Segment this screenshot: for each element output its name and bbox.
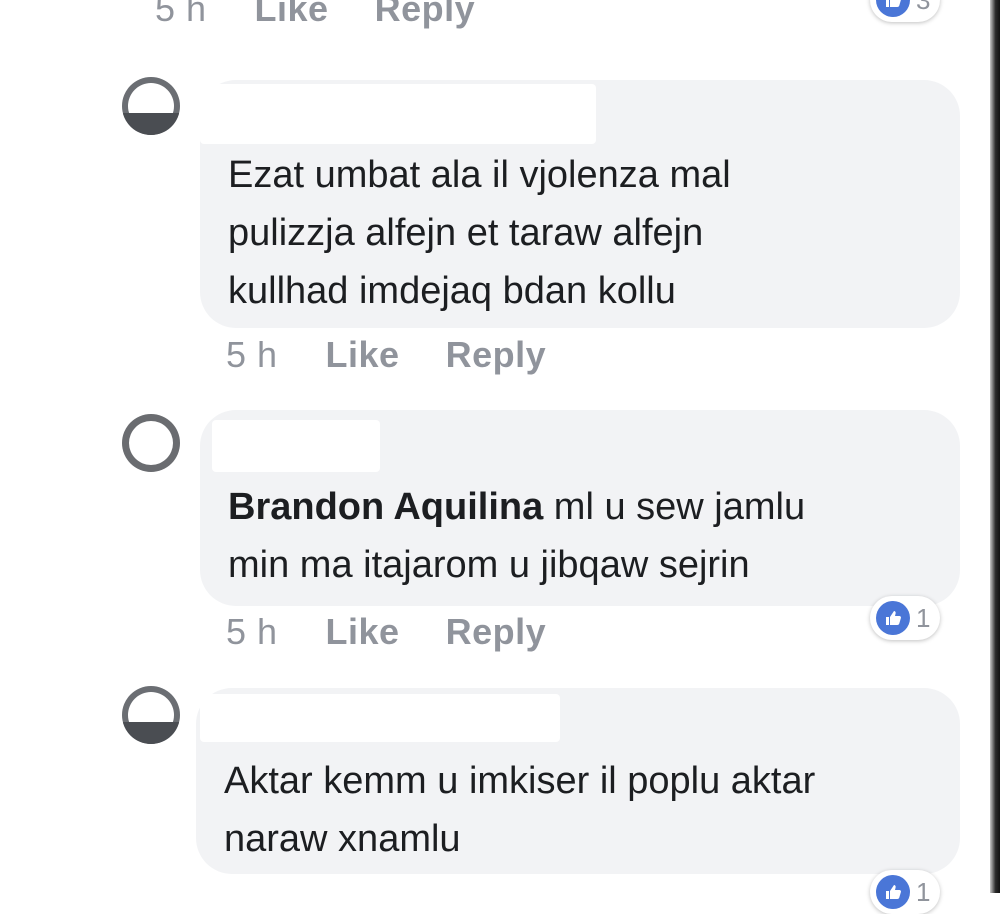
- comment-timestamp: 5 h: [155, 0, 207, 29]
- reply-link[interactable]: Reply: [446, 611, 547, 653]
- redacted-name: [212, 420, 380, 472]
- reaction-badge[interactable]: 3: [870, 0, 941, 22]
- reaction-count: 3: [916, 0, 930, 16]
- comment-actions: 5 h Like Reply: [226, 334, 546, 376]
- reaction-badge[interactable]: 1: [870, 596, 941, 640]
- comment-text: Ezat umbat ala il vjolenza mal pulizzja …: [228, 154, 731, 312]
- reply-link[interactable]: Reply: [446, 334, 547, 376]
- like-link[interactable]: Like: [326, 334, 400, 376]
- comment-actions: 5 h Like Reply: [226, 611, 546, 653]
- reaction-count: 1: [916, 876, 931, 907]
- mentioned-user[interactable]: Brandon Aquilina: [228, 486, 543, 528]
- redacted-name: [200, 84, 596, 144]
- reaction-count: 1: [916, 602, 931, 633]
- thumbs-up-icon: [876, 0, 910, 17]
- comment-timestamp: 5 h: [226, 611, 278, 652]
- avatar[interactable]: [122, 686, 180, 744]
- comment-actions-top: 5 h Like Reply: [155, 0, 475, 30]
- comment-text: Brandon Aquilina ml u sew jamlu min ma i…: [228, 478, 805, 594]
- thumbs-up-icon: [876, 875, 910, 909]
- comment-text: Aktar kemm u imkiser il poplu aktar nara…: [224, 760, 816, 860]
- thumbs-up-icon: [876, 601, 910, 635]
- like-link[interactable]: Like: [255, 0, 329, 30]
- reaction-badge[interactable]: 1: [870, 870, 941, 914]
- like-link[interactable]: Like: [326, 611, 400, 653]
- redacted-name: [200, 694, 560, 742]
- avatar[interactable]: [122, 414, 180, 472]
- comment-timestamp: 5 h: [226, 334, 278, 375]
- window-edge: [990, 0, 1000, 893]
- reply-link[interactable]: Reply: [375, 0, 476, 30]
- avatar[interactable]: [122, 77, 180, 135]
